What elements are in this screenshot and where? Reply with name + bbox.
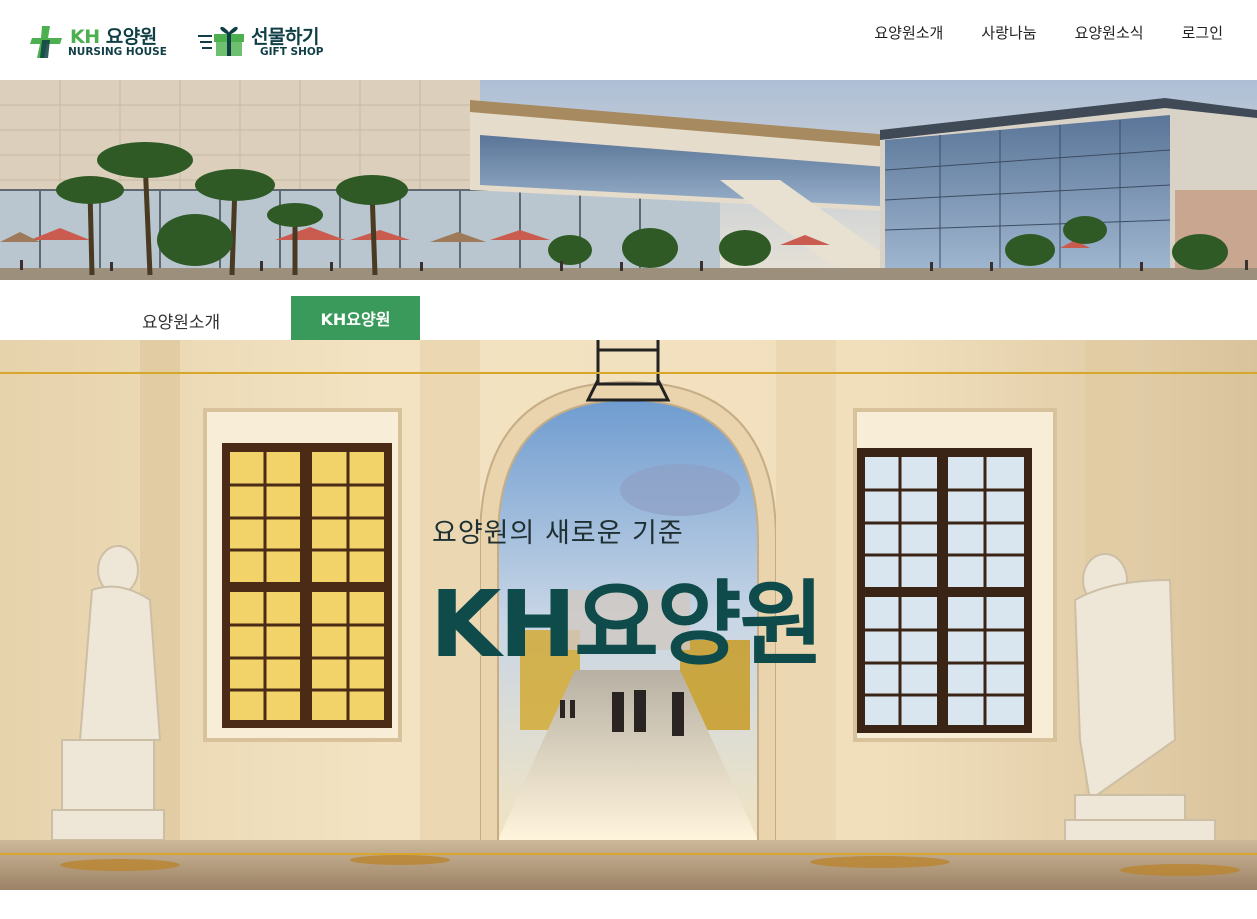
kh-logo-title: KH 요양원 — [70, 26, 157, 48]
tab-about-section[interactable]: 요양원소개 — [142, 308, 220, 333]
gift-shop-logo[interactable]: 선물하기 GIFT SHOP — [198, 20, 338, 62]
main-nav: 요양원소개 사랑나눔 요양원소식 로그인 — [874, 22, 1223, 43]
hero-title: KH요양원 — [430, 571, 824, 678]
gift-logo-title: 선물하기 — [251, 26, 319, 48]
kh-logo-subtitle: NURSING HOUSE — [68, 46, 167, 58]
gift-box-icon — [198, 27, 244, 56]
nav-item-sharing[interactable]: 사랑나눔 — [981, 22, 1036, 43]
building-illustration — [0, 80, 1257, 280]
building-banner-image — [0, 80, 1257, 280]
section-tabs: 요양원소개 KH요양원 — [0, 280, 1257, 340]
site-header: KH 요양원 NURSING HOUSE 선물하기 GIFT SHOP 요양원소… — [0, 0, 1257, 80]
gift-logo-subtitle: GIFT SHOP — [260, 46, 324, 58]
hero-section: 요양원의 새로운 기준 KH요양원 — [0, 340, 1257, 890]
tab-kh-nursing-home-active[interactable]: KH요양원 — [291, 296, 420, 340]
nav-item-login[interactable]: 로그인 — [1182, 22, 1223, 43]
nav-item-news[interactable]: 요양원소식 — [1075, 22, 1144, 43]
kh-nursing-house-logo[interactable]: KH 요양원 NURSING HOUSE — [28, 20, 168, 62]
hero-subtitle: 요양원의 새로운 기준 — [432, 518, 684, 549]
green-cross-icon — [30, 26, 62, 58]
nav-item-about[interactable]: 요양원소개 — [874, 22, 943, 43]
